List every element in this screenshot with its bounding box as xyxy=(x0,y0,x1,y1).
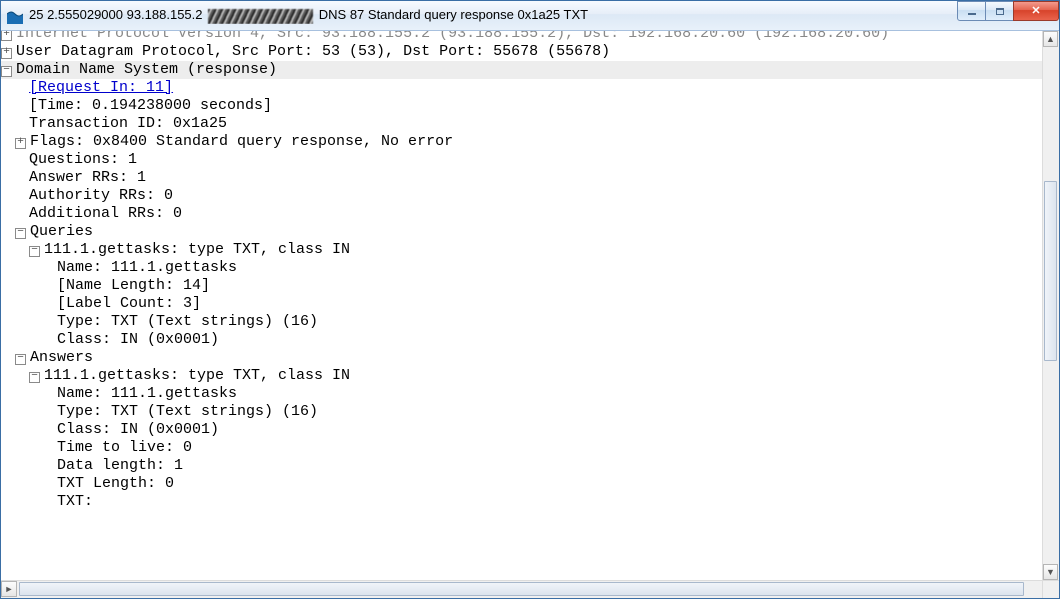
redacted-segment xyxy=(208,9,313,24)
tree-row-a-ttl[interactable]: Time to live: 0 xyxy=(1,439,1042,457)
scroll-down-button[interactable]: ▼ xyxy=(1043,564,1058,580)
vertical-scrollbar[interactable]: ▲ ▼ xyxy=(1042,31,1059,580)
titlebar[interactable]: 25 2.555029000 93.188.155.2 DNS 87 Stand… xyxy=(1,1,1059,31)
request-in-link[interactable]: [Request In: 11] xyxy=(29,79,173,96)
scroll-up-button[interactable]: ▲ xyxy=(1043,31,1058,47)
tree-row-flags[interactable]: Flags: 0x8400 Standard query response, N… xyxy=(1,133,1042,151)
tree-row-answers[interactable]: Answers xyxy=(1,349,1042,367)
expand-icon[interactable] xyxy=(1,31,12,41)
tree-row-ip[interactable]: Internet Protocol Version 4, Src: 93.188… xyxy=(1,31,1042,43)
tree-row-a-data-length[interactable]: Data length: 1 xyxy=(1,457,1042,475)
tree-row-queries[interactable]: Queries xyxy=(1,223,1042,241)
collapse-icon[interactable] xyxy=(29,372,40,383)
tree-row-a-txt[interactable]: TXT: xyxy=(1,493,1042,511)
tree-row-answer-item[interactable]: 111.1.gettasks: type TXT, class IN xyxy=(1,367,1042,385)
packet-details-window: 25 2.555029000 93.188.155.2 DNS 87 Stand… xyxy=(0,0,1060,599)
tree-row-authority-rrs[interactable]: Authority RRs: 0 xyxy=(1,187,1042,205)
maximize-button[interactable] xyxy=(985,1,1014,21)
minimize-button[interactable] xyxy=(957,1,986,21)
packet-tree[interactable]: Internet Protocol Version 4, Src: 93.188… xyxy=(1,31,1042,580)
scroll-right-button[interactable]: ► xyxy=(1,581,17,597)
tree-row-questions[interactable]: Questions: 1 xyxy=(1,151,1042,169)
tree-row-a-name[interactable]: Name: 111.1.gettasks xyxy=(1,385,1042,403)
tree-row-additional-rrs[interactable]: Additional RRs: 0 xyxy=(1,205,1042,223)
collapse-icon[interactable] xyxy=(1,66,12,77)
wireshark-icon xyxy=(7,8,23,24)
close-button[interactable]: ✕ xyxy=(1013,1,1059,21)
tree-row-q-label-count[interactable]: [Label Count: 3] xyxy=(1,295,1042,313)
vertical-scroll-thumb[interactable] xyxy=(1044,181,1057,361)
tree-row-answer-rrs[interactable]: Answer RRs: 1 xyxy=(1,169,1042,187)
tree-row-q-class[interactable]: Class: IN (0x0001) xyxy=(1,331,1042,349)
horizontal-scroll-thumb[interactable] xyxy=(19,582,1024,596)
tree-row-q-name[interactable]: Name: 111.1.gettasks xyxy=(1,259,1042,277)
tree-row-txn-id[interactable]: Transaction ID: 0x1a25 xyxy=(1,115,1042,133)
window-title: 25 2.555029000 93.188.155.2 DNS 87 Stand… xyxy=(29,7,588,23)
tree-row-request-in[interactable]: [Request In: 11] xyxy=(1,79,1042,97)
tree-row-q-type[interactable]: Type: TXT (Text strings) (16) xyxy=(1,313,1042,331)
collapse-icon[interactable] xyxy=(15,228,26,239)
expand-icon[interactable] xyxy=(15,138,26,149)
window-controls: ✕ xyxy=(958,1,1059,21)
tree-row-a-class[interactable]: Class: IN (0x0001) xyxy=(1,421,1042,439)
collapse-icon[interactable] xyxy=(15,354,26,365)
collapse-icon[interactable] xyxy=(29,246,40,257)
client-area: Internet Protocol Version 4, Src: 93.188… xyxy=(1,31,1059,598)
scroll-corner xyxy=(1042,580,1059,598)
tree-row-query-item[interactable]: 111.1.gettasks: type TXT, class IN xyxy=(1,241,1042,259)
expand-icon[interactable] xyxy=(1,48,12,59)
tree-row-dns-header[interactable]: Domain Name System (response) xyxy=(1,61,1042,79)
tree-row-a-txt-length[interactable]: TXT Length: 0 xyxy=(1,475,1042,493)
tree-row-q-name-length[interactable]: [Name Length: 14] xyxy=(1,277,1042,295)
tree-row-udp[interactable]: User Datagram Protocol, Src Port: 53 (53… xyxy=(1,43,1042,61)
horizontal-scrollbar[interactable]: ◄ ► xyxy=(1,580,1042,598)
tree-row-a-type[interactable]: Type: TXT (Text strings) (16) xyxy=(1,403,1042,421)
tree-row-time[interactable]: [Time: 0.194238000 seconds] xyxy=(1,97,1042,115)
